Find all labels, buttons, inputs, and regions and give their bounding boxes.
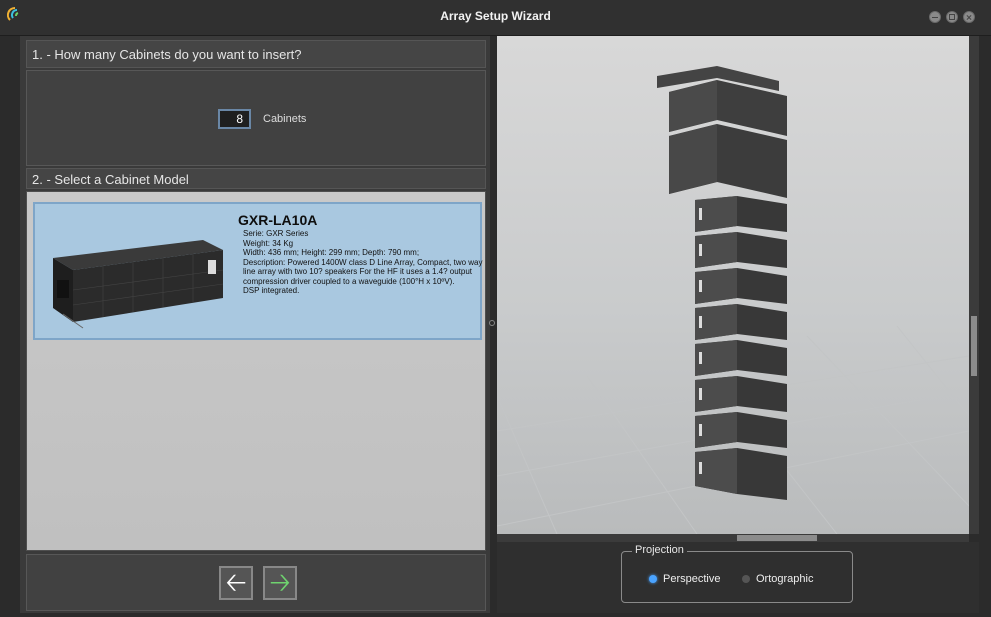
cabinet-model-list[interactable]: GXR-LA10A Serie: GXR Series Weight: 34 K… <box>26 191 486 551</box>
title-bar: Array Setup Wizard <box>0 0 991 36</box>
maximize-icon <box>949 14 955 20</box>
back-button[interactable]: 🡠 <box>219 566 253 600</box>
cabinet-count-input[interactable] <box>218 109 251 129</box>
close-button[interactable] <box>963 11 975 23</box>
projection-area: Projection Perspective Ortographic <box>497 542 979 613</box>
horizontal-scroll-thumb[interactable] <box>737 535 817 541</box>
array-3d-render <box>497 66 969 534</box>
next-button[interactable]: 🡢 <box>263 566 297 600</box>
cabinet-model-item[interactable]: GXR-LA10A Serie: GXR Series Weight: 34 K… <box>33 202 483 340</box>
viewport-vertical-scrollbar[interactable] <box>969 36 979 534</box>
step1-header: 1. - How many Cabinets do you want to in… <box>26 40 486 68</box>
model-description: Description: Powered 1400W class D Line … <box>243 257 483 286</box>
projection-group: Projection Perspective Ortographic <box>621 544 853 603</box>
step2-header: 2. - Select a Cabinet Model <box>26 168 486 189</box>
ortographic-radio[interactable]: Ortographic <box>742 573 813 585</box>
model-name: GXR-LA10A <box>238 212 318 228</box>
model-dsp: DSP integrated. <box>243 286 300 295</box>
perspective-radio[interactable]: Perspective <box>649 573 720 585</box>
3d-viewport[interactable] <box>497 36 969 534</box>
vertical-scroll-thumb[interactable] <box>971 316 977 376</box>
splitter-handle[interactable] <box>489 320 495 326</box>
minimize-icon <box>932 17 938 18</box>
minimize-button[interactable] <box>929 11 941 23</box>
navigation-bar: 🡠 🡢 <box>26 554 486 611</box>
window-title: Array Setup Wizard <box>440 9 551 23</box>
cabinet-count-box: Cabinets <box>26 70 486 166</box>
maximize-button[interactable] <box>946 11 958 23</box>
model-details: Serie: GXR Series Weight: 34 Kg Width: 4… <box>243 229 483 296</box>
model-dimensions: Width: 436 mm; Height: 299 mm; Depth: 79… <box>243 248 420 257</box>
close-icon <box>966 17 972 18</box>
model-serie: Serie: GXR Series <box>243 229 309 238</box>
viewport-horizontal-scrollbar[interactable] <box>497 534 969 542</box>
cabinet-thumbnail <box>53 240 224 329</box>
projection-legend: Projection <box>632 544 687 556</box>
wizard-steps-panel: 1. - How many Cabinets do you want to in… <box>20 36 490 613</box>
model-weight: Weight: 34 Kg <box>243 238 294 248</box>
arrow-left-icon: 🡠 <box>225 567 247 597</box>
arrow-right-icon: 🡢 <box>269 567 291 597</box>
cabinet-count-unit: Cabinets <box>263 113 307 125</box>
cabinet-stack <box>669 80 787 500</box>
